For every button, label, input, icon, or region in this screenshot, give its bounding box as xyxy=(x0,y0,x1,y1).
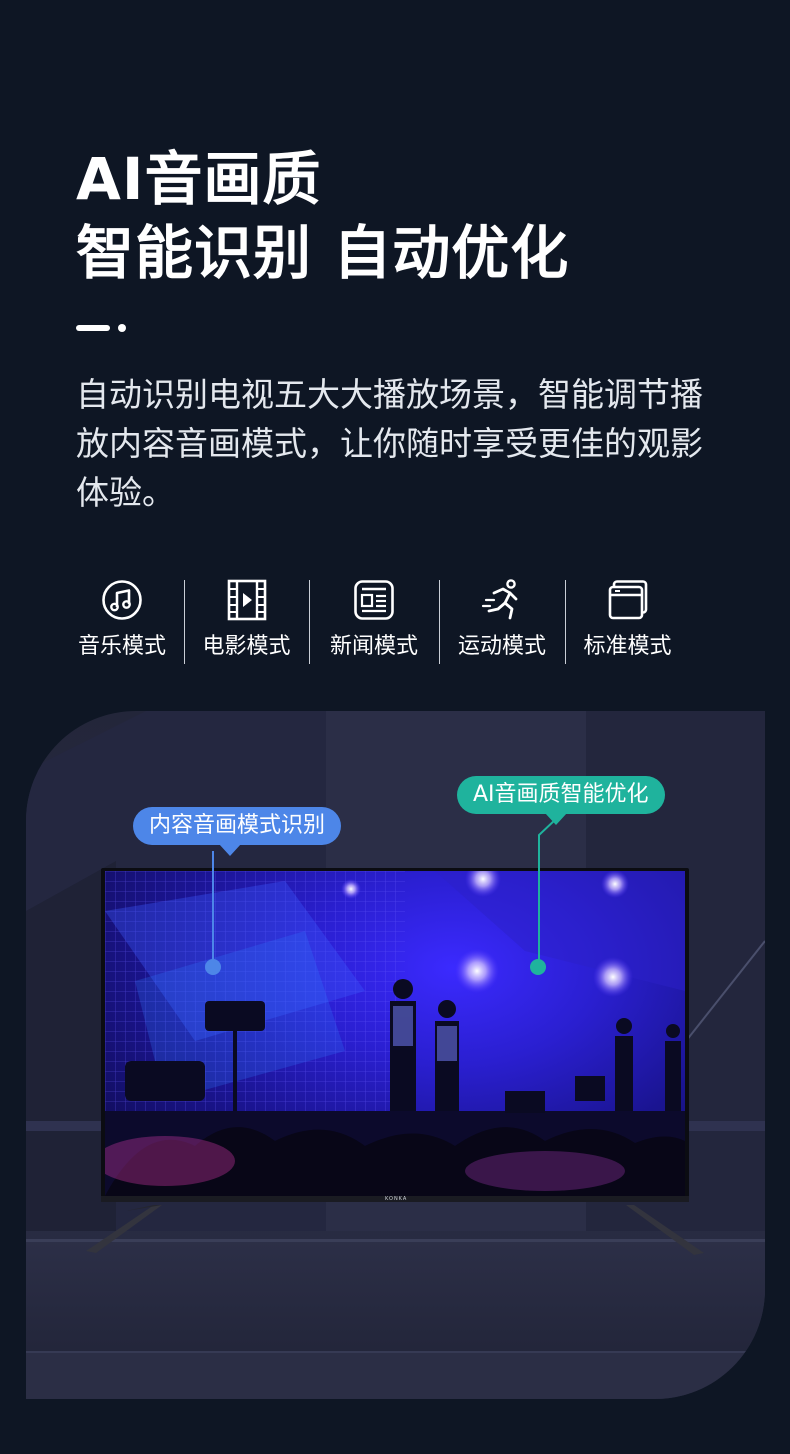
music-note-icon xyxy=(102,580,142,620)
tv-screen-concert-image xyxy=(105,871,685,1196)
mode-label: 运动模式 xyxy=(457,634,546,659)
picture-mode-list: 音乐模式 电影模式 新闻模式 运动模式 标准模式 xyxy=(60,578,740,668)
callout-right-pin xyxy=(530,959,546,975)
tv-scene-illustration: KONKA 内容音画模式识别 AI音画质智能优化 xyxy=(26,711,765,1399)
divider-dot xyxy=(118,324,126,332)
headline-line-1: AI音画质 xyxy=(76,145,322,213)
callout-right-label: AI音画质智能优化 xyxy=(473,782,649,807)
tv-brand-logo: KONKA xyxy=(385,1196,408,1202)
mode-label: 新闻模式 xyxy=(329,634,418,659)
stage-edge xyxy=(26,1239,765,1242)
headline-line-2: 智能识别 自动优化 xyxy=(76,219,570,287)
mode-label: 音乐模式 xyxy=(77,634,166,659)
callout-ai-optimization: AI音画质智能优化 xyxy=(457,776,665,825)
callout-left-tail xyxy=(219,844,241,856)
mode-music: 音乐模式 xyxy=(60,578,184,666)
newspaper-icon xyxy=(354,580,394,620)
mode-movie: 电影模式 xyxy=(184,578,309,666)
divider-dash xyxy=(76,325,110,331)
callout-content-mode-recognition: 内容音画模式识别 xyxy=(133,807,342,856)
headline: AI音画质 智能识别 自动优化 xyxy=(76,142,569,290)
mode-standard: 标准模式 xyxy=(565,578,690,666)
divider-ornament xyxy=(76,324,136,332)
running-person-icon xyxy=(481,579,518,620)
mode-label: 标准模式 xyxy=(583,634,672,659)
mode-news: 新闻模式 xyxy=(309,578,439,666)
callout-right-tail xyxy=(545,813,567,825)
callout-left-label: 内容音画模式识别 xyxy=(149,813,326,838)
mode-label: 电影模式 xyxy=(202,634,291,659)
feature-description: 自动识别电视五大大播放场景，智能调节播放内容音画模式，让你随时享受更佳的观影体验… xyxy=(76,375,703,512)
stage-step xyxy=(26,1351,765,1399)
mode-sports: 运动模式 xyxy=(439,578,565,666)
tv-set: KONKA xyxy=(101,868,689,1202)
standard-screen-icon xyxy=(608,580,647,620)
callout-left-pin xyxy=(205,959,221,975)
film-strip-icon xyxy=(227,579,266,621)
callout-left-leader-line xyxy=(212,851,214,969)
concert-scene xyxy=(105,871,685,1196)
